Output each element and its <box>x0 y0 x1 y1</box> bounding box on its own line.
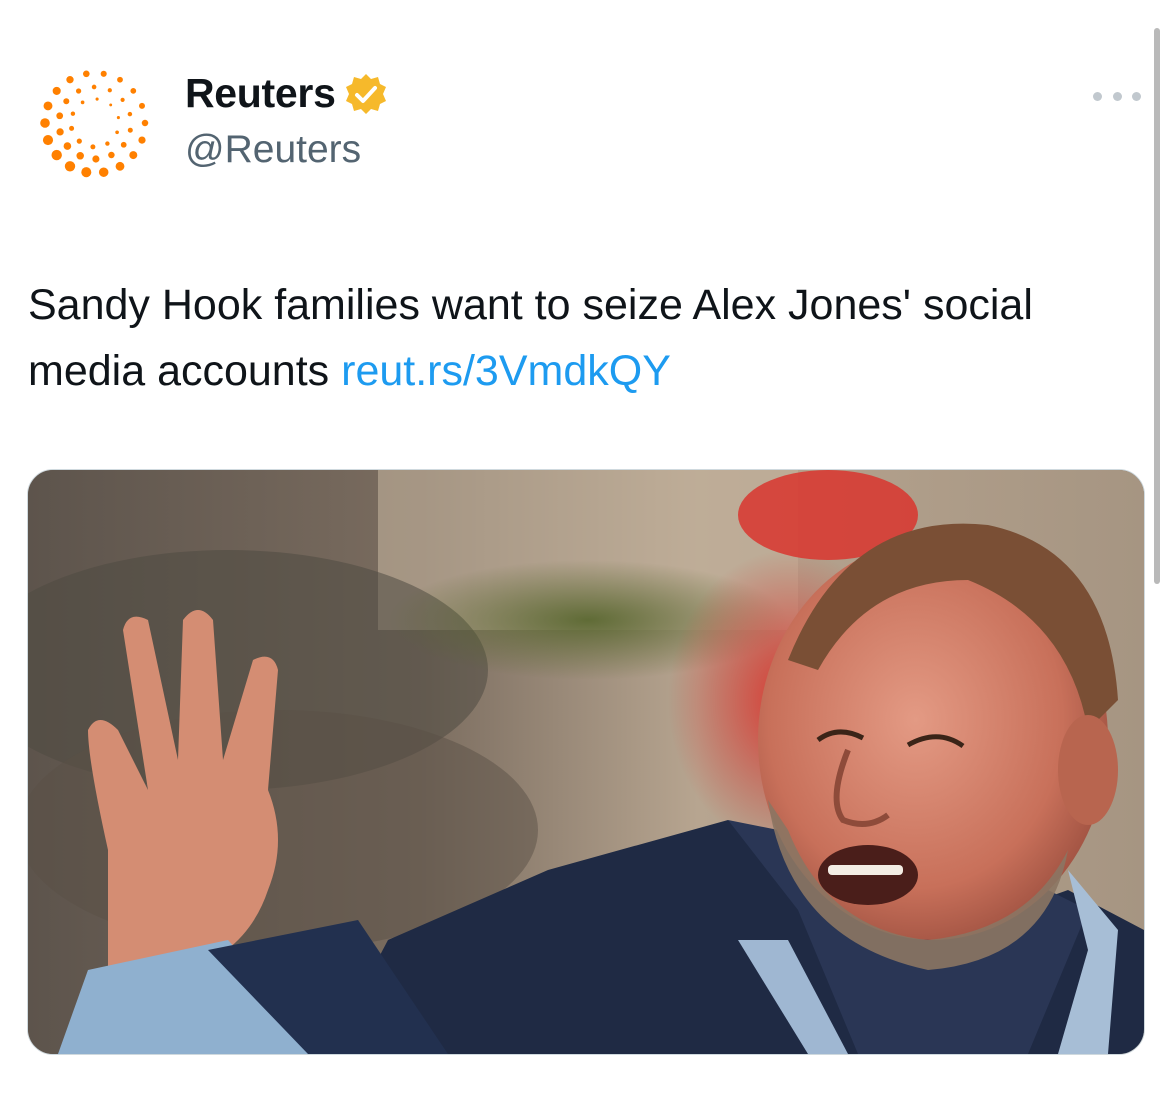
logo-dot <box>116 116 120 120</box>
logo-dot <box>105 141 110 146</box>
logo-dot <box>43 101 53 111</box>
logo-dot <box>66 76 74 84</box>
logo-dot <box>63 98 70 105</box>
logo-dot <box>120 97 125 102</box>
logo-dot <box>76 152 84 160</box>
logo-dot <box>75 88 82 94</box>
logo-dot <box>108 151 115 159</box>
logo-dot <box>56 128 64 136</box>
logo-dot <box>80 100 85 105</box>
logo-dot <box>76 138 82 144</box>
logo-dot <box>130 88 137 94</box>
logo-dot <box>117 76 123 83</box>
logo-dot <box>107 88 112 93</box>
logo-dot <box>69 125 75 131</box>
tweet-photo[interactable] <box>27 469 1145 1055</box>
logo-dot <box>141 119 149 127</box>
logo-dot <box>127 111 133 117</box>
logo-dot <box>40 118 50 128</box>
logo-dot <box>98 167 109 177</box>
verified-badge-icon <box>345 73 386 114</box>
tweet-header: Reuters @Reuters <box>0 0 1170 200</box>
logo-dot <box>129 151 138 160</box>
logo-dot <box>115 130 119 135</box>
logo-dot <box>138 136 146 144</box>
logo-dot <box>63 142 72 150</box>
tweet-text: Sandy Hook families want to seize Alex J… <box>28 272 1128 404</box>
logo-dot <box>81 167 92 178</box>
logo-dot <box>64 161 76 172</box>
author-display-name[interactable]: Reuters <box>185 70 336 117</box>
tweet-link[interactable]: reut.rs/3VmdkQY <box>341 347 671 395</box>
logo-dot <box>115 161 125 171</box>
logo-dot <box>100 70 107 77</box>
logo-dot <box>52 86 61 95</box>
logo-dot <box>70 111 76 116</box>
logo-dot <box>139 102 145 109</box>
scrollbar[interactable] <box>1154 28 1160 584</box>
logo-dot <box>42 135 54 146</box>
logo-dot <box>95 97 99 101</box>
author-name-row[interactable]: Reuters <box>185 70 388 117</box>
logo-dot <box>91 84 97 90</box>
logo-dot <box>92 155 100 163</box>
logo-dot <box>90 144 96 150</box>
logo-dot <box>127 127 133 133</box>
logo-dot <box>56 112 64 120</box>
reuters-logo-icon[interactable] <box>30 58 160 188</box>
author-handle[interactable]: @Reuters <box>185 128 361 172</box>
logo-dot <box>120 141 127 148</box>
logo-dot <box>51 149 62 161</box>
more-options-icon[interactable] <box>1093 82 1141 110</box>
logo-dot <box>109 103 113 107</box>
photo-illustration <box>28 470 1144 1054</box>
logo-dot <box>82 70 90 78</box>
